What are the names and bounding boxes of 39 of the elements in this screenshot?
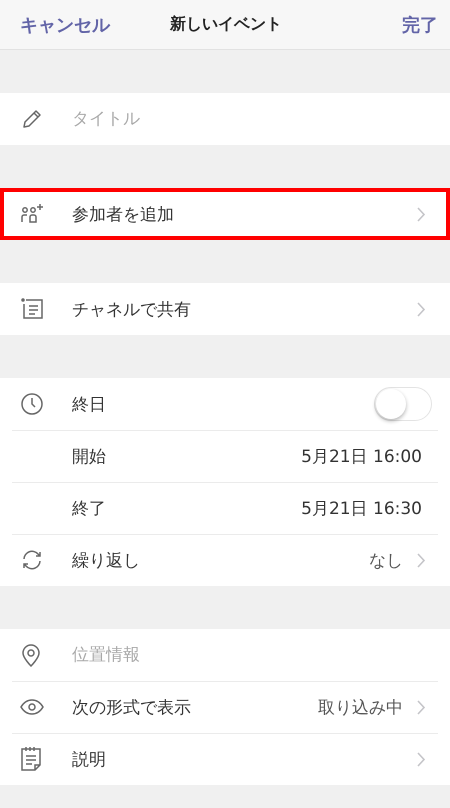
row-label: 終了 bbox=[71, 498, 107, 520]
clock-icon bbox=[20, 392, 44, 416]
toggle-switch[interactable] bbox=[374, 387, 432, 421]
chevron-icon bbox=[417, 206, 426, 222]
list-row[interactable]: 開始 5月21日 16:00 bbox=[0, 430, 450, 482]
done-button[interactable]: 完了 bbox=[402, 12, 438, 36]
list-row[interactable]: チャネルで共有 bbox=[0, 283, 450, 335]
location-pin-icon bbox=[20, 643, 42, 667]
row-label: チャネルで共有 bbox=[71, 298, 192, 320]
list-row[interactable]: 繰り返し なし bbox=[0, 534, 450, 586]
screen-title: 新しいイベント bbox=[170, 14, 282, 35]
row-value: 5月21日 16:00 bbox=[301, 446, 422, 468]
row-label: 参加者を追加 bbox=[71, 204, 175, 226]
cancel-button[interactable]: キャンセル bbox=[20, 12, 110, 36]
row-label: 説明 bbox=[71, 748, 107, 770]
add-people-icon bbox=[20, 202, 46, 226]
list-row[interactable]: 説明 bbox=[0, 733, 450, 785]
text-input[interactable]: タイトル bbox=[60, 93, 426, 145]
chevron-icon bbox=[417, 302, 426, 316]
row-value: 取り込み中 bbox=[318, 696, 403, 718]
input-field[interactable]: タイトル bbox=[0, 93, 450, 145]
text-input[interactable]: 位置情報 bbox=[60, 629, 426, 681]
row-label: 開始 bbox=[71, 446, 107, 468]
list-icon bbox=[20, 296, 46, 322]
notepad-icon bbox=[20, 746, 42, 772]
row-value: 5月21日 16:30 bbox=[301, 498, 422, 520]
row-label: 終日 bbox=[71, 394, 107, 416]
list-row[interactable]: 終日 bbox=[0, 378, 450, 430]
list-row[interactable]: 終了 5月21日 16:30 bbox=[0, 482, 450, 534]
row-label: 繰り返し bbox=[71, 550, 141, 572]
list-row[interactable]: 参加者を追加 bbox=[0, 188, 450, 240]
row-label: 次の形式で表示 bbox=[71, 696, 192, 718]
input-field[interactable]: 位置情報 bbox=[0, 629, 450, 681]
chevron-icon bbox=[417, 752, 426, 766]
list-row[interactable]: 次の形式で表示 取り込み中 bbox=[0, 681, 450, 733]
eye-icon bbox=[20, 699, 44, 715]
chevron-icon bbox=[417, 700, 426, 714]
row-value: なし bbox=[369, 550, 403, 572]
chevron-icon bbox=[417, 552, 426, 568]
